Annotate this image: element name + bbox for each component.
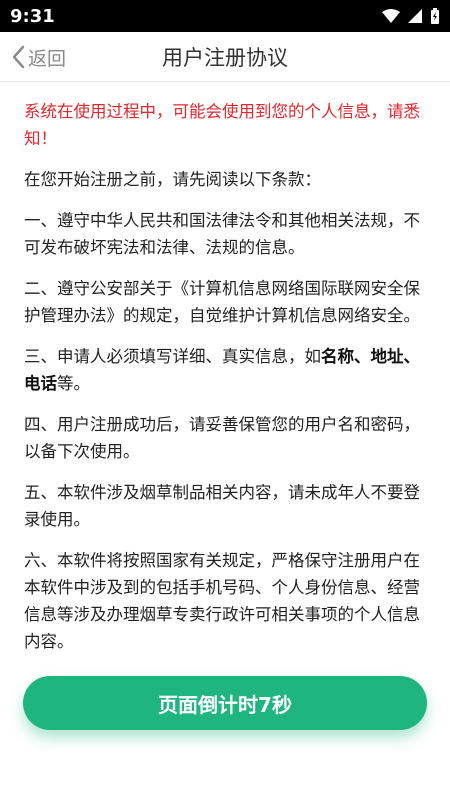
clause-6: 六、本软件将按照国家有关规定，严格保守注册用户在本软件中涉及到的包括手机号码、个… — [24, 551, 420, 651]
clause-3: 三、申请人必须填写详细、真实信息，如名称、地址、电话等。 — [24, 343, 426, 397]
battery-icon — [431, 8, 439, 24]
clause-5: 五、本软件涉及烟草制品相关内容，请未成年人不要登录使用。 — [24, 483, 420, 529]
status-bar: 9:31 — [0, 0, 450, 32]
status-time: 9:31 — [10, 5, 55, 27]
clause-3-pre: 三、申请人必须填写详细、真实信息，如 — [24, 347, 321, 366]
clause-4: 四、用户注册成功后，请妥善保管您的用户名和密码，以备下次使用。 — [24, 415, 420, 461]
header: 返回 用户注册协议 — [0, 32, 450, 82]
clause-3-post: 等。 — [57, 374, 90, 393]
back-label: 返回 — [28, 47, 67, 70]
back-button[interactable]: 返回 — [10, 32, 66, 82]
status-icons — [382, 8, 440, 24]
countdown-button[interactable]: 页面倒计时7秒 — [23, 676, 427, 730]
clause-2: 二、遵守公安部关于《计算机信息网络国际联网安全保护管理办法》的规定，自觉维护计算… — [24, 279, 420, 325]
chevron-left-icon — [12, 45, 25, 69]
agreement-content: 系统在使用过程中，可能会使用到您的个人信息，请悉知！ 在您开始注册之前，请先阅读… — [0, 82, 450, 655]
wifi-icon — [382, 9, 400, 23]
intro-text: 在您开始注册之前，请先阅读以下条款： — [24, 170, 321, 189]
page-title: 用户注册协议 — [162, 45, 288, 70]
clause-1: 一、遵守中华人民共和国法律法令和其他相关法规，不可发布破坏宪法和法律、法规的信息… — [24, 211, 420, 257]
privacy-warning: 系统在使用过程中，可能会使用到您的个人信息，请悉知！ — [24, 102, 420, 148]
signal-icon — [408, 9, 422, 23]
